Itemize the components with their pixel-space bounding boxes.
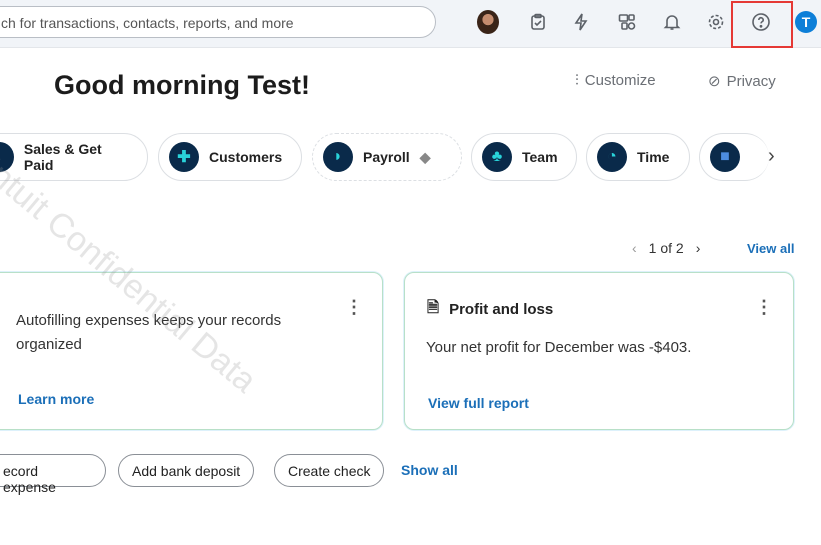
more-icon[interactable]: ⋮ <box>755 297 773 318</box>
pager-text: 1 of 2 <box>648 240 684 256</box>
chip-customers[interactable]: ✚ Customers <box>158 133 302 181</box>
prev-icon[interactable]: ‹ <box>632 240 637 256</box>
apps-icon[interactable] <box>615 10 639 34</box>
page-title: Good morning Test! <box>54 70 310 100</box>
card-text: Autofilling expenses keeps your records … <box>16 312 282 353</box>
add-bank-deposit-button[interactable]: Add bank deposit <box>118 454 255 487</box>
sales-icon <box>0 142 14 172</box>
lightning-icon[interactable] <box>569 10 593 34</box>
chip-sales[interactable]: Sales & Get Paid <box>0 133 148 181</box>
chip-label: Customers <box>209 149 283 165</box>
view-all-link[interactable]: View all <box>747 241 794 256</box>
customers-icon: ✚ <box>169 142 199 172</box>
sliders-icon: ⫶ <box>575 72 579 89</box>
next-icon[interactable]: › <box>696 240 701 256</box>
bell-icon[interactable] <box>660 10 684 34</box>
view-report-link[interactable]: View full report <box>428 395 529 411</box>
privacy-button[interactable]: ⊘ Privacy <box>708 72 776 91</box>
chip-label: Time <box>637 149 670 165</box>
privacy-label: Privacy <box>726 72 776 90</box>
user-avatar[interactable]: T <box>795 11 817 33</box>
customize-label: Customize <box>584 72 656 89</box>
learn-more-link[interactable]: Learn more <box>18 391 94 407</box>
card-autofill: ⋮ Autofilling expenses keeps your record… <box>0 272 383 430</box>
eye-off-icon: ⊘ <box>708 73 721 90</box>
customize-button[interactable]: ⫶ Customize <box>575 72 656 89</box>
chip-label: Team <box>522 149 558 165</box>
app-icon: ■ <box>710 142 740 172</box>
more-icon[interactable]: ⋮ <box>345 297 363 318</box>
gear-icon[interactable] <box>704 10 728 34</box>
time-icon: ◔ <box>597 142 627 172</box>
team-icon: ♣ <box>482 142 512 172</box>
record-expense-button[interactable]: ecord expense <box>0 454 106 495</box>
chip-time[interactable]: ◔ Time <box>586 133 690 181</box>
top-bar: ch for transactions, contacts, reports, … <box>0 0 821 48</box>
card-title: Profit and loss <box>449 301 554 318</box>
chip-label: Sales & Get Paid <box>23 141 102 173</box>
card-profit-loss: 🗎 Profit and loss ⋮ Your net profit for D… <box>404 272 794 430</box>
create-check-button[interactable]: Create check <box>274 454 385 487</box>
pager: ‹ 1 of 2 › <box>632 240 700 256</box>
chip-more[interactable]: ■ <box>699 133 769 181</box>
document-icon: 🗎 <box>427 299 440 316</box>
chip-team[interactable]: ♣ Team <box>471 133 577 181</box>
card-text: Your net profit for December was -$403. <box>426 339 692 356</box>
diamond-icon: ◆ <box>419 148 431 165</box>
chevron-right-icon[interactable]: › <box>768 145 775 168</box>
help-highlight-box <box>731 1 793 48</box>
chip-payroll[interactable]: ◗ Payroll ◆ <box>312 133 462 181</box>
search-input[interactable]: ch for transactions, contacts, reports, … <box>0 6 436 38</box>
show-all-link[interactable]: Show all <box>401 462 458 478</box>
clipboard-check-icon[interactable] <box>526 10 550 34</box>
chip-label: Payroll <box>363 149 410 165</box>
user-photo-avatar[interactable] <box>477 10 499 34</box>
payroll-icon: ◗ <box>323 142 353 172</box>
